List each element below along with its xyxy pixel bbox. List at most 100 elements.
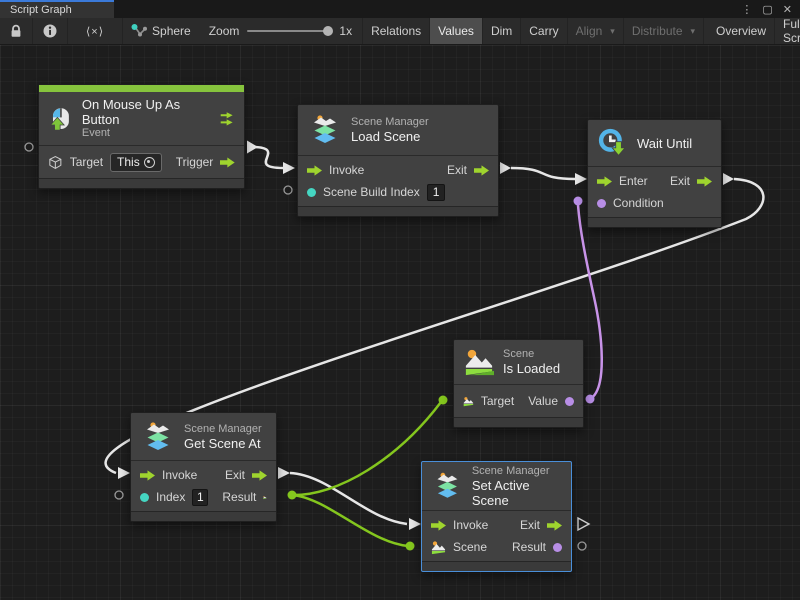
flow-out-arrow-icon[interactable] bbox=[697, 176, 712, 187]
scene-build-index-field[interactable]: 1 bbox=[427, 184, 446, 201]
port-isloaded-value-out[interactable] bbox=[586, 395, 595, 404]
port-setactive-invoke-in[interactable] bbox=[409, 518, 421, 530]
exit-port-label: Exit bbox=[670, 174, 690, 188]
graph-canvas[interactable]: On Mouse Up As Button Event Target bbox=[0, 45, 800, 600]
scene-build-index-label: Scene Build Index bbox=[323, 185, 420, 199]
wire-trigger-to-invoke[interactable] bbox=[251, 147, 283, 168]
node-get-scene-at[interactable]: Scene Manager Get Scene At Invoke Exit I… bbox=[130, 412, 277, 522]
event-accent-bar bbox=[39, 85, 244, 92]
zoom-label: Zoom bbox=[209, 24, 240, 38]
port-setactive-scene-in[interactable] bbox=[406, 542, 415, 551]
exit-port-label: Exit bbox=[225, 468, 245, 482]
port-isloaded-target-in[interactable] bbox=[439, 396, 448, 405]
maximize-icon[interactable]: ▢ bbox=[762, 3, 772, 16]
wire-exit-to-enter[interactable] bbox=[511, 168, 575, 179]
node-footer bbox=[298, 206, 498, 216]
overview-button[interactable]: Overview bbox=[708, 18, 775, 44]
flow-in-arrow-icon[interactable] bbox=[431, 520, 446, 531]
tab-script-graph[interactable]: Script Graph bbox=[0, 0, 114, 18]
more-icon[interactable]: ⋮ bbox=[741, 3, 752, 16]
object-picker-icon[interactable] bbox=[144, 157, 155, 168]
full-screen-button[interactable]: Full Screen bbox=[775, 18, 800, 44]
values-button[interactable]: Values bbox=[430, 18, 483, 44]
index-field[interactable]: 1 bbox=[192, 489, 208, 506]
node-category: Scene Manager bbox=[351, 116, 429, 129]
port-onmouseup-trigger-out[interactable] bbox=[247, 141, 258, 154]
flow-out-arrow-icon[interactable] bbox=[547, 520, 562, 531]
node-subtitle: Event bbox=[82, 127, 201, 140]
mouse-up-icon bbox=[49, 105, 73, 133]
scene-port-icon[interactable] bbox=[463, 394, 474, 409]
graph-target[interactable]: Sphere bbox=[123, 18, 199, 44]
port-getsceneat-result-out[interactable] bbox=[288, 491, 297, 500]
scene-port-icon[interactable] bbox=[431, 540, 446, 555]
value-port-label: Value bbox=[528, 394, 558, 408]
node-is-loaded[interactable]: Scene Is Loaded Target Value bbox=[453, 339, 584, 428]
relations-button[interactable]: Relations bbox=[363, 18, 430, 44]
node-footer bbox=[588, 217, 721, 227]
result-port-dot[interactable] bbox=[553, 543, 562, 552]
port-waituntil-condition-in[interactable] bbox=[574, 197, 583, 206]
index-port-dot[interactable] bbox=[140, 493, 149, 502]
toolbar: ⟨×⟩ Sphere Zoom 1x Relations Values Dim … bbox=[0, 18, 800, 45]
info-icon bbox=[43, 24, 57, 38]
value-port-dot[interactable] bbox=[565, 397, 574, 406]
port-loadscene-invoke-in[interactable] bbox=[283, 162, 295, 174]
enter-port-label: Enter bbox=[619, 174, 648, 188]
node-category: Scene Manager bbox=[472, 465, 561, 478]
flow-in-arrow-icon[interactable] bbox=[307, 165, 322, 176]
close-icon[interactable]: ✕ bbox=[783, 3, 792, 16]
port-getsceneat-exit-out[interactable] bbox=[278, 467, 290, 479]
lock-icon bbox=[10, 24, 22, 38]
node-set-active-scene[interactable]: Scene Manager Set Active Scene Invoke Ex… bbox=[421, 461, 572, 572]
value-port-dot[interactable] bbox=[307, 188, 316, 197]
port-waituntil-enter-in[interactable] bbox=[575, 173, 587, 185]
node-load-scene[interactable]: Scene Manager Load Scene Invoke Exit Sce… bbox=[297, 104, 499, 217]
zoom-slider[interactable] bbox=[247, 30, 331, 32]
node-wait-until[interactable]: Wait Until Enter Exit Condition bbox=[587, 119, 722, 228]
port-setactive-exit-unconnected[interactable] bbox=[578, 518, 589, 530]
script-graph-icon bbox=[131, 24, 147, 38]
exit-port-label: Exit bbox=[520, 518, 540, 532]
flow-out-arrow-icon[interactable] bbox=[474, 165, 489, 176]
scene-manager-icon bbox=[141, 420, 175, 454]
port-onmouseup-target-unconnected[interactable] bbox=[25, 143, 33, 151]
target-object-field[interactable]: This bbox=[110, 153, 162, 172]
dim-button[interactable]: Dim bbox=[483, 18, 521, 44]
align-dropdown[interactable]: Align ▾ bbox=[568, 18, 624, 44]
chevron-down-icon: ▾ bbox=[610, 26, 615, 37]
flow-out-arrow-icon[interactable] bbox=[252, 470, 267, 481]
distribute-dropdown[interactable]: Distribute ▾ bbox=[624, 18, 704, 44]
result-port-label: Result bbox=[512, 540, 546, 554]
scene-build-index-value: 1 bbox=[433, 185, 440, 199]
node-footer bbox=[454, 417, 583, 427]
carry-button[interactable]: Carry bbox=[521, 18, 567, 44]
flow-in-arrow-icon[interactable] bbox=[597, 176, 612, 187]
node-title: Set Active Scene bbox=[472, 478, 561, 508]
port-loadscene-index-unconnected[interactable] bbox=[284, 186, 292, 194]
flow-out-arrow-icon[interactable] bbox=[220, 157, 235, 168]
condition-port-dot[interactable] bbox=[597, 199, 606, 208]
coroutine-arrows-icon[interactable] bbox=[219, 111, 234, 127]
invoke-port-label: Invoke bbox=[329, 163, 364, 177]
port-loadscene-exit-out[interactable] bbox=[500, 162, 511, 174]
zoom-slider-handle[interactable] bbox=[323, 26, 333, 36]
node-on-mouse-up-as-button[interactable]: On Mouse Up As Button Event Target bbox=[38, 84, 245, 189]
node-title: Is Loaded bbox=[503, 361, 560, 376]
info-button[interactable] bbox=[33, 18, 68, 44]
port-getsceneat-index-unconnected[interactable] bbox=[115, 491, 123, 499]
lock-button[interactable] bbox=[0, 18, 33, 44]
code-view-button[interactable]: ⟨×⟩ bbox=[68, 18, 123, 44]
node-title: Load Scene bbox=[351, 129, 429, 144]
port-waituntil-exit-out[interactable] bbox=[723, 173, 734, 185]
flow-in-arrow-icon[interactable] bbox=[140, 470, 155, 481]
scene-port-icon[interactable] bbox=[263, 490, 267, 505]
port-setactive-result-unconnected[interactable] bbox=[578, 542, 586, 550]
invoke-port-label: Invoke bbox=[453, 518, 488, 532]
wire-result-to-isloaded-target[interactable] bbox=[292, 402, 441, 495]
scene-manager-icon bbox=[308, 113, 342, 147]
port-getsceneat-invoke-in[interactable] bbox=[118, 467, 130, 479]
target-port-label: Target bbox=[70, 155, 103, 169]
index-value: 1 bbox=[197, 490, 204, 504]
target-object-value: This bbox=[117, 155, 140, 169]
